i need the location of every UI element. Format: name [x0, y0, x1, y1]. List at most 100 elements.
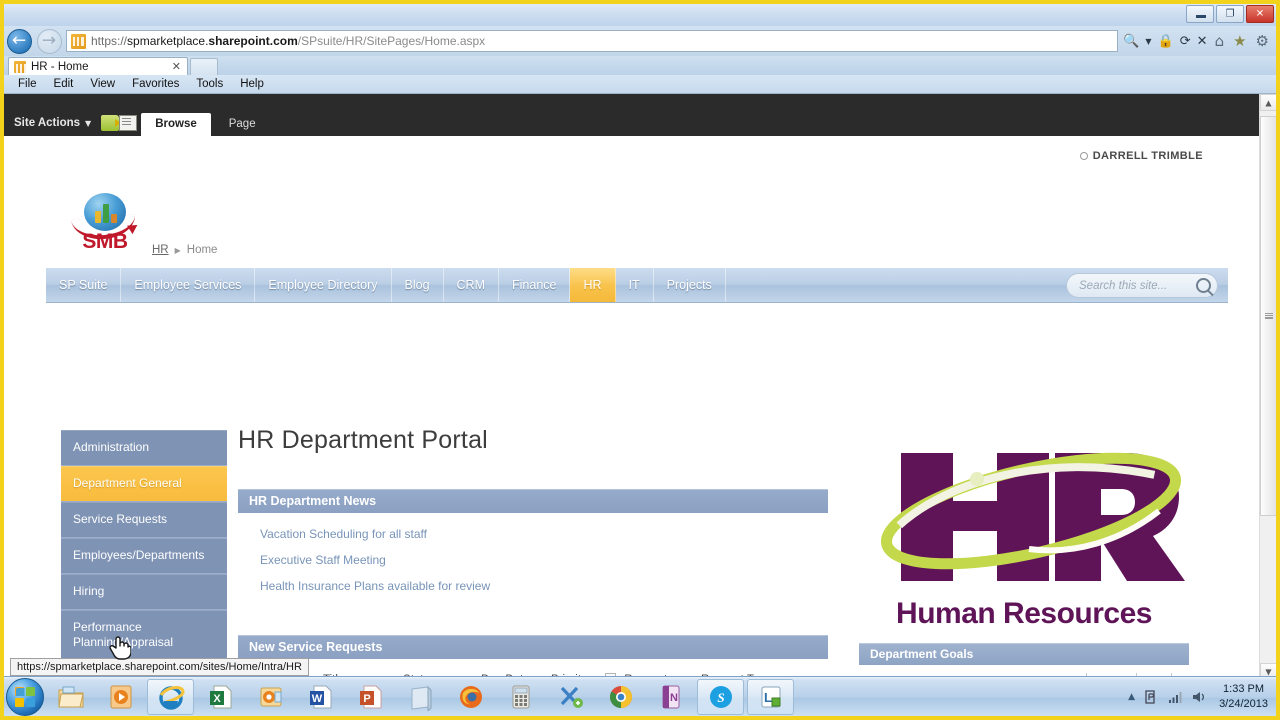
show-hidden-icons-icon[interactable]: ▲: [1128, 692, 1135, 702]
taskbar-item-outlook[interactable]: [247, 679, 294, 715]
lync-icon: L: [757, 683, 785, 711]
onenote-icon: N: [657, 683, 685, 711]
menu-tools[interactable]: Tools: [196, 78, 223, 90]
search-icon[interactable]: [1196, 278, 1211, 293]
taskbar-item-windows-explorer[interactable]: [47, 679, 94, 715]
taskbar-item-onenote[interactable]: N: [647, 679, 694, 715]
browser-menubar: File Edit View Favorites Tools Help: [4, 75, 1276, 94]
menu-edit[interactable]: Edit: [54, 78, 74, 90]
menu-view[interactable]: View: [90, 78, 115, 90]
taskbar-item-internet-explorer[interactable]: [147, 679, 194, 715]
user-icon: [1080, 152, 1088, 160]
close-button[interactable]: ✕: [1246, 5, 1274, 23]
mouse-cursor: [109, 634, 131, 660]
site-search-box[interactable]: Search this site...: [1066, 273, 1218, 298]
media-player-icon: [107, 683, 135, 711]
site-search-input[interactable]: Search this site...: [1079, 280, 1196, 292]
chrome-icon: [607, 683, 635, 711]
sidebar-item-department-general[interactable]: Department General: [61, 466, 227, 502]
tab-close-icon[interactable]: ✕: [172, 60, 187, 73]
taskbar-item-skype[interactable]: S: [697, 679, 744, 715]
sidebar-item-hiring[interactable]: Hiring: [61, 574, 227, 610]
breadcrumb-item-hr[interactable]: HR: [152, 244, 169, 256]
settings-gear-icon[interactable]: ⚙: [1256, 32, 1269, 50]
taskbar-item-excel[interactable]: X: [197, 679, 244, 715]
nav-tab-sp-suite[interactable]: SP Suite: [46, 268, 121, 302]
user-name: DARRELL TRIMBLE: [1093, 150, 1203, 162]
favorites-star-icon[interactable]: ★: [1233, 32, 1246, 50]
taskbar-item-chrome[interactable]: [597, 679, 644, 715]
volume-icon[interactable]: [1191, 689, 1207, 705]
url-input[interactable]: https://spmarketplace.sharepoint.com/SPs…: [66, 30, 1118, 52]
navigate-up-icon[interactable]: [101, 115, 119, 131]
hr-logo-caption: Human Resources: [859, 597, 1189, 631]
minimize-button[interactable]: [1186, 5, 1214, 23]
restore-button[interactable]: ❐: [1216, 5, 1244, 23]
taskbar-item-firefox[interactable]: [447, 679, 494, 715]
back-button[interactable]: ←: [4, 26, 34, 56]
service-requests-webpart: New Service Requests Edit ID Title Statu…: [238, 635, 828, 680]
news-link[interactable]: Executive Staff Meeting: [260, 553, 828, 567]
forward-button[interactable]: →: [34, 26, 64, 56]
sidebar-item-employees-departments[interactable]: Employees/Departments: [61, 538, 227, 574]
home-icon[interactable]: ⌂: [1215, 32, 1225, 50]
news-link[interactable]: Health Insurance Plans available for rev…: [260, 579, 828, 593]
menu-file[interactable]: File: [18, 78, 37, 90]
taskbar-item-lync[interactable]: L: [747, 679, 794, 715]
scrollbar-thumb[interactable]: [1260, 116, 1276, 516]
nav-tab-blog[interactable]: Blog: [392, 268, 444, 302]
taskbar-item-word[interactable]: W: [297, 679, 344, 715]
nav-tab-hr[interactable]: HR: [570, 268, 615, 302]
sidebar-item-service-requests[interactable]: Service Requests: [61, 502, 227, 538]
ribbon-tab-page[interactable]: Page: [215, 113, 270, 136]
new-tab-button[interactable]: [190, 58, 218, 75]
breadcrumb-separator-icon: ▶: [175, 246, 181, 255]
news-link[interactable]: Vacation Scheduling for all staff: [260, 527, 828, 541]
page-scrollbar-vertical[interactable]: ▲ ▼: [1259, 94, 1276, 680]
action-center-icon[interactable]: [1143, 689, 1159, 705]
nav-tab-projects[interactable]: Projects: [654, 268, 726, 302]
lock-icon: 🔒: [1158, 34, 1174, 49]
page-viewport: Site Actions ▼ Browse Page DARRELL TRIMB…: [4, 94, 1276, 680]
chevron-down-icon: ▼: [85, 119, 91, 128]
nav-tab-employee-directory[interactable]: Employee Directory: [255, 268, 391, 302]
start-button[interactable]: [6, 678, 44, 716]
ribbon-tab-browse[interactable]: Browse: [141, 113, 211, 136]
site-actions-menu[interactable]: Site Actions ▼: [4, 117, 101, 136]
browser-tab[interactable]: HR - Home ✕: [8, 57, 188, 75]
address-bar-icons: 🔍 ▼ 🔒 ⟳ ✕: [1120, 34, 1214, 49]
nav-tab-finance[interactable]: Finance: [499, 268, 570, 302]
site-actions-label: Site Actions: [14, 117, 80, 129]
stop-icon[interactable]: ✕: [1197, 34, 1208, 49]
taskbar-item-powerpoint[interactable]: P: [347, 679, 394, 715]
windows-taskbar: X W: [4, 676, 1276, 716]
scroll-up-button[interactable]: ▲: [1260, 94, 1276, 111]
refresh-icon[interactable]: ⟳: [1180, 34, 1191, 49]
nav-tab-employee-services[interactable]: Employee Services: [121, 268, 255, 302]
svg-text:W: W: [311, 693, 322, 705]
news-list: Vacation Scheduling for all staff Execut…: [238, 513, 828, 593]
menu-help[interactable]: Help: [240, 78, 264, 90]
taskbar-item-media-player[interactable]: [97, 679, 144, 715]
nav-tab-it[interactable]: IT: [616, 268, 654, 302]
smb-logo[interactable]: SMB: [72, 193, 138, 251]
chevron-down-icon[interactable]: ▼: [1145, 37, 1151, 46]
menu-favorites[interactable]: Favorites: [132, 78, 179, 90]
clock[interactable]: 1:33 PM 3/24/2013: [1215, 682, 1268, 712]
edit-page-icon[interactable]: [119, 115, 137, 131]
network-signal-icon[interactable]: [1167, 689, 1183, 705]
search-icon[interactable]: 🔍: [1123, 34, 1139, 49]
taskbar-item-journal[interactable]: [397, 679, 444, 715]
page-body: DARRELL TRIMBLE SMB HR ▶ Home SP Suite E…: [4, 136, 1259, 680]
sidebar-item-administration[interactable]: Administration: [61, 430, 227, 466]
sidebar-item-performance-planning[interactable]: Performance Planning/Appraisal: [61, 610, 227, 661]
window-controls: ❐ ✕: [1186, 5, 1274, 23]
url-path: /SPsuite/HR/SitePages/Home.aspx: [298, 34, 485, 48]
department-goals-header: Department Goals: [859, 643, 1189, 665]
welcome-user[interactable]: DARRELL TRIMBLE: [1080, 150, 1203, 162]
nav-tab-crm[interactable]: CRM: [444, 268, 499, 302]
excel-icon: X: [207, 683, 235, 711]
taskbar-item-xmind[interactable]: [547, 679, 594, 715]
taskbar-item-calculator[interactable]: [497, 679, 544, 715]
ribbon-row: Site Actions ▼ Browse Page: [4, 108, 1259, 136]
